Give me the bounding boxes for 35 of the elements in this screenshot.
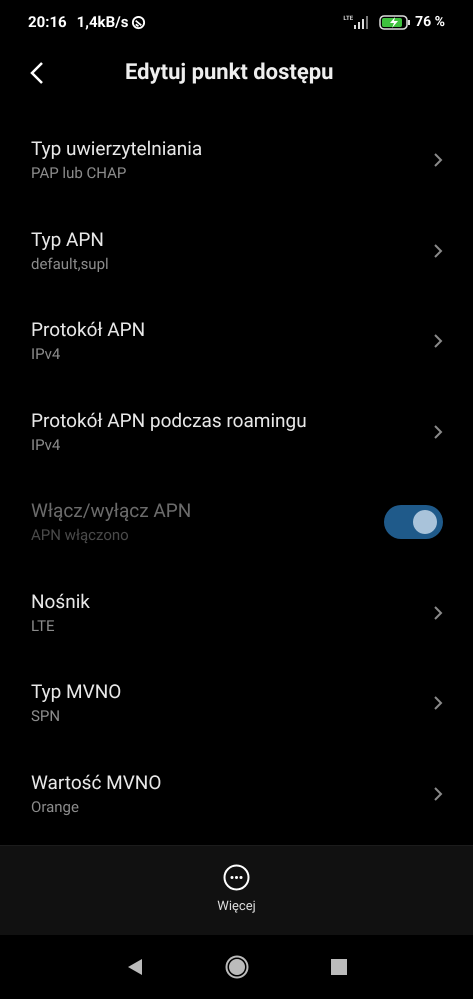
chevron-right-icon[interactable] bbox=[433, 604, 443, 621]
setting-value: PAP lub CHAP bbox=[31, 163, 128, 184]
setting-value: IPv4 bbox=[31, 434, 62, 456]
data-saver-icon bbox=[131, 15, 146, 30]
clock: 20:16 bbox=[28, 12, 67, 34]
back-triangle-icon[interactable] bbox=[126, 958, 142, 976]
chevron-right-icon[interactable] bbox=[433, 242, 443, 259]
battery-percentage: 76 % bbox=[415, 13, 445, 32]
setting-title: Typ APN bbox=[31, 226, 105, 253]
chevron-right-icon[interactable] bbox=[433, 424, 443, 440]
home-circle-icon[interactable] bbox=[224, 955, 248, 979]
setting-value: IPv4 bbox=[31, 344, 62, 366]
chevron-right-icon[interactable] bbox=[433, 695, 443, 712]
more-icon bbox=[223, 864, 250, 892]
setting-title: Nośnik bbox=[31, 588, 91, 615]
setting-value: APN włączono bbox=[31, 525, 130, 546]
setting-title: Protokół APN bbox=[31, 317, 146, 344]
setting-title: Typ uwierzytelniania bbox=[31, 136, 204, 162]
setting-value: default,supl bbox=[31, 254, 110, 275]
network-speed: 1,4kB/s bbox=[76, 12, 128, 34]
chevron-right-icon[interactable] bbox=[433, 786, 443, 802]
setting-value: LTE bbox=[31, 616, 56, 637]
setting-title: Włącz/wyłącz APN bbox=[31, 498, 192, 524]
setting-title: Typ MVNO bbox=[31, 679, 122, 706]
recents-square-icon[interactable] bbox=[330, 959, 346, 975]
setting-value: Orange bbox=[31, 796, 80, 818]
chevron-right-icon[interactable] bbox=[433, 152, 443, 168]
page-title: Edytuj punkt dostępu bbox=[125, 59, 334, 87]
battery-charging-icon bbox=[379, 15, 412, 30]
setting-title: Protokół APN podczas roamingu bbox=[31, 408, 308, 434]
more-button[interactable]: Więcej bbox=[217, 864, 256, 917]
setting-value: SPN bbox=[31, 706, 62, 728]
chevron-right-icon[interactable] bbox=[433, 333, 443, 350]
signal-icon bbox=[353, 16, 370, 29]
setting-title: Wartość MVNO bbox=[31, 770, 162, 796]
